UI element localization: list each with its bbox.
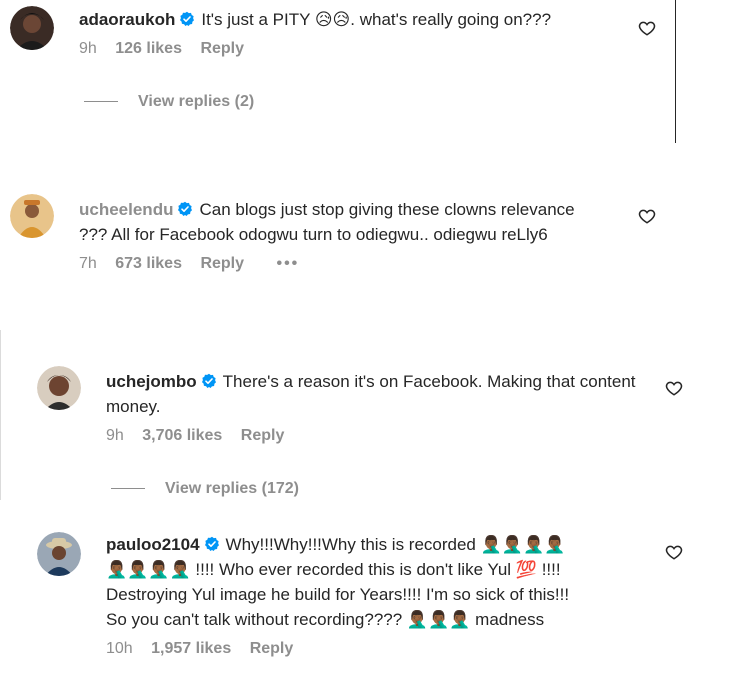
thread-line [84,101,118,103]
timestamp: 10h [106,640,133,657]
likes-count[interactable]: 126 likes [115,40,182,57]
comment-meta: 9h 126 likes Reply [79,40,624,58]
avatar-pauloo2104[interactable] [37,532,81,576]
view-replies-button[interactable]: View replies (2) [84,93,254,111]
timestamp: 9h [106,427,124,444]
avatar-ucheelendu[interactable] [10,194,54,238]
comment-meta: 10h 1,957 likes Reply [106,640,651,658]
comment-text: ucheelendu Can blogs just stop giving the… [79,197,599,247]
view-replies-label: View replies (172) [165,480,299,497]
timestamp: 9h [79,40,97,57]
username[interactable]: adaoraukoh [79,10,175,29]
username[interactable]: ucheelendu [79,200,173,219]
comment-content: It's just a PITY 😥😥. what's really going… [201,10,552,29]
heart-outline-icon[interactable] [638,19,656,37]
verified-badge-icon [204,536,220,552]
more-options-icon[interactable]: ••• [276,255,299,272]
reply-button[interactable]: Reply [250,640,294,657]
reply-button[interactable]: Reply [200,255,244,272]
heart-outline-icon[interactable] [638,207,656,225]
reply-button[interactable]: Reply [200,40,244,57]
verified-badge-icon [179,11,195,27]
verified-badge-icon [201,373,217,389]
view-replies-button[interactable]: View replies (172) [111,480,299,498]
avatar-uchejombo[interactable] [37,366,81,410]
comment-ucheelendu: ucheelendu Can blogs just stop giving the… [0,190,734,320]
comment-text: adaoraukoh It's just a PITY 😥😥. what's re… [79,7,624,32]
comment-body: uchejombo There's a reason it's on Facebo… [106,369,636,445]
reply-button[interactable]: Reply [241,427,285,444]
comment-body: pauloo2104 Why!!!Why!!!Why this is record… [106,532,651,658]
heart-outline-icon[interactable] [665,543,683,561]
timestamp: 7h [79,255,97,272]
thread-line [111,488,145,490]
vertical-divider [675,0,676,143]
comment-meta: 7h 673 likes Reply ••• [79,255,599,273]
username[interactable]: pauloo2104 [106,535,200,554]
comment-content-line-2: 🤦🏾‍♂️🤦🏾‍♂️🤦🏾‍♂️🤦🏾‍♂️ !!!! Who ever recor… [106,560,561,579]
likes-count[interactable]: 3,706 likes [142,427,222,444]
comment-content-line-1: Why!!!Why!!!Why this is recorded 🤦🏾‍♂️🤦🏾… [225,535,566,554]
comment-text: uchejombo There's a reason it's on Facebo… [106,369,636,419]
avatar-adaoraukoh[interactable] [10,6,54,50]
comment-uchejombo: uchejombo There's a reason it's on Facebo… [0,362,734,507]
comment-pauloo2104: pauloo2104 Why!!!Why!!!Why this is record… [0,528,734,678]
view-replies-label: View replies (2) [138,93,255,110]
likes-count[interactable]: 673 likes [115,255,182,272]
comment-content-line-4: So you can't talk without recording???? … [106,610,545,629]
comment-text: pauloo2104 Why!!!Why!!!Why this is record… [106,532,651,632]
comment-meta: 9h 3,706 likes Reply [106,427,636,445]
username[interactable]: uchejombo [106,372,197,391]
likes-count[interactable]: 1,957 likes [151,640,231,657]
comment-content-line-3: Destroying Yul image he build for Years!… [106,585,570,604]
comment-adaoraukoh: adaoraukoh It's just a PITY 😥😥. what's re… [0,0,734,130]
comment-body: adaoraukoh It's just a PITY 😥😥. what's re… [79,7,624,58]
verified-badge-icon [177,201,193,217]
heart-outline-icon[interactable] [665,379,683,397]
comment-body: ucheelendu Can blogs just stop giving the… [79,197,599,273]
